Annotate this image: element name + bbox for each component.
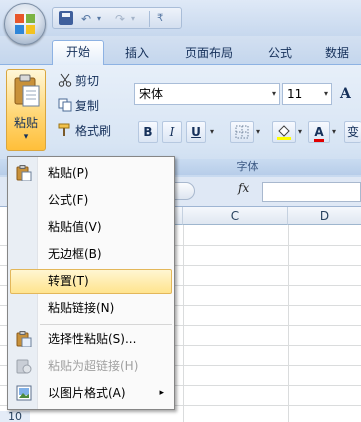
office-button[interactable] xyxy=(4,3,46,45)
menu-item-label: 无边框(B) xyxy=(48,247,102,261)
grow-font-button[interactable]: A xyxy=(336,83,361,105)
font-name-value: 宋体 xyxy=(139,87,164,101)
grid-line xyxy=(183,225,184,422)
format-painter-label: 格式刷 xyxy=(75,124,112,138)
menu-item-paste-special[interactable]: 选择性粘贴(S)... xyxy=(10,327,172,352)
menu-item-label: 粘贴为超链接(H) xyxy=(48,359,139,373)
picture-icon xyxy=(16,385,32,401)
font-color-icon: A xyxy=(314,125,324,142)
paste-dropdown-icon[interactable]: ▾ xyxy=(7,132,45,142)
title-bar: ↶ ▾ ↷ ▾ ₹ xyxy=(0,0,361,36)
customize-qat-icon[interactable]: ₹ xyxy=(157,11,163,27)
save-icon[interactable] xyxy=(59,11,73,25)
menu-item-label: 公式(F) xyxy=(48,193,89,207)
cut-label: 剪切 xyxy=(75,74,100,88)
font-color-dropdown-icon[interactable]: ▾ xyxy=(332,121,336,143)
menu-item-paste-link[interactable]: 粘贴链接(N) xyxy=(10,296,172,321)
italic-button[interactable]: I xyxy=(162,121,182,143)
underline-button[interactable]: U xyxy=(186,121,206,143)
cut-button[interactable]: 剪切 xyxy=(58,72,99,90)
menu-item-paste[interactable]: 粘贴(P) xyxy=(10,161,172,186)
paint-bucket-icon xyxy=(277,125,291,140)
fill-dropdown-icon[interactable]: ▾ xyxy=(298,121,302,143)
ribbon-tabs: 开始 插入 页面布局 公式 数据 xyxy=(0,36,361,66)
fill-color-button[interactable] xyxy=(272,121,296,143)
menu-item-label: 转置(T) xyxy=(48,274,89,288)
clipboard-icon xyxy=(14,74,40,107)
fx-icon[interactable]: fx xyxy=(238,181,249,195)
menu-item-as-picture[interactable]: 以图片格式(A) ▸ xyxy=(10,381,172,406)
submenu-arrow-icon: ▸ xyxy=(159,388,164,398)
format-painter-button[interactable]: 格式刷 xyxy=(58,122,111,140)
row-header-10[interactable]: 10 xyxy=(0,411,30,422)
qat-separator xyxy=(149,11,150,27)
column-header-c[interactable]: C xyxy=(183,207,288,225)
menu-item-no-borders[interactable]: 无边框(B) xyxy=(10,242,172,267)
copy-button[interactable]: 复制 xyxy=(58,97,99,115)
menu-item-label: 粘贴(P) xyxy=(48,166,89,180)
border-icon xyxy=(235,125,249,139)
underline-dropdown-icon[interactable]: ▾ xyxy=(210,121,214,143)
chevron-down-icon: ▾ xyxy=(323,89,328,98)
column-header-d[interactable]: D xyxy=(288,207,361,225)
paste-hyperlink-icon xyxy=(16,359,32,374)
formula-input[interactable] xyxy=(262,182,361,202)
font-size-value: 11 xyxy=(287,87,303,101)
scissors-icon xyxy=(58,73,72,87)
undo-icon[interactable]: ↶ xyxy=(81,11,91,27)
paste-special-icon xyxy=(16,331,32,347)
column-header[interactable] xyxy=(175,207,183,225)
tab-page-layout[interactable]: 页面布局 xyxy=(172,42,246,65)
tab-formulas[interactable]: 公式 xyxy=(258,42,302,65)
paste-label: 粘贴 xyxy=(13,116,38,130)
menu-item-label: 选择性粘贴(S)... xyxy=(48,332,137,346)
phonetic-button[interactable]: 变 xyxy=(344,121,361,143)
border-dropdown-icon[interactable]: ▾ xyxy=(256,121,260,143)
tab-data[interactable]: 数据 xyxy=(313,42,361,65)
border-button[interactable] xyxy=(230,121,254,143)
menu-item-paste-hyperlink: 粘贴为超链接(H) xyxy=(10,354,172,379)
redo-icon[interactable]: ↷ xyxy=(115,11,125,27)
grid-line xyxy=(288,225,289,422)
menu-item-paste-values[interactable]: 粘贴值(V) xyxy=(10,215,172,240)
copy-icon xyxy=(58,98,72,112)
chevron-down-icon: ▾ xyxy=(271,89,276,98)
tab-home[interactable]: 开始 xyxy=(52,40,104,66)
redo-dropdown-icon[interactable]: ▾ xyxy=(131,11,135,27)
font-size-select[interactable]: 11 ▾ xyxy=(282,83,332,105)
copy-label: 复制 xyxy=(75,99,100,113)
paste-icon xyxy=(16,165,32,181)
format-painter-icon xyxy=(58,123,70,136)
paste-button[interactable]: 粘贴 ▾ xyxy=(6,69,46,151)
menu-item-label: 粘贴链接(N) xyxy=(48,301,115,315)
menu-item-transpose[interactable]: 转置(T) xyxy=(10,269,172,294)
menu-item-formulas[interactable]: 公式(F) xyxy=(10,188,172,213)
office-logo-icon xyxy=(15,14,35,34)
menu-item-label: 粘贴值(V) xyxy=(48,220,102,234)
undo-dropdown-icon[interactable]: ▾ xyxy=(97,11,101,27)
tab-insert[interactable]: 插入 xyxy=(114,42,160,65)
quick-access-toolbar: ↶ ▾ ↷ ▾ ₹ xyxy=(52,7,182,29)
menu-item-label: 以图片格式(A) xyxy=(48,386,126,400)
paste-dropdown-menu: 粘贴(P) 公式(F) 粘贴值(V) 无边框(B) 转置(T) 粘贴链接(N) … xyxy=(7,156,175,410)
font-name-select[interactable]: 宋体 ▾ xyxy=(134,83,280,105)
font-color-button[interactable]: A xyxy=(308,121,330,143)
menu-separator xyxy=(40,324,172,325)
bold-button[interactable]: B xyxy=(138,121,158,143)
